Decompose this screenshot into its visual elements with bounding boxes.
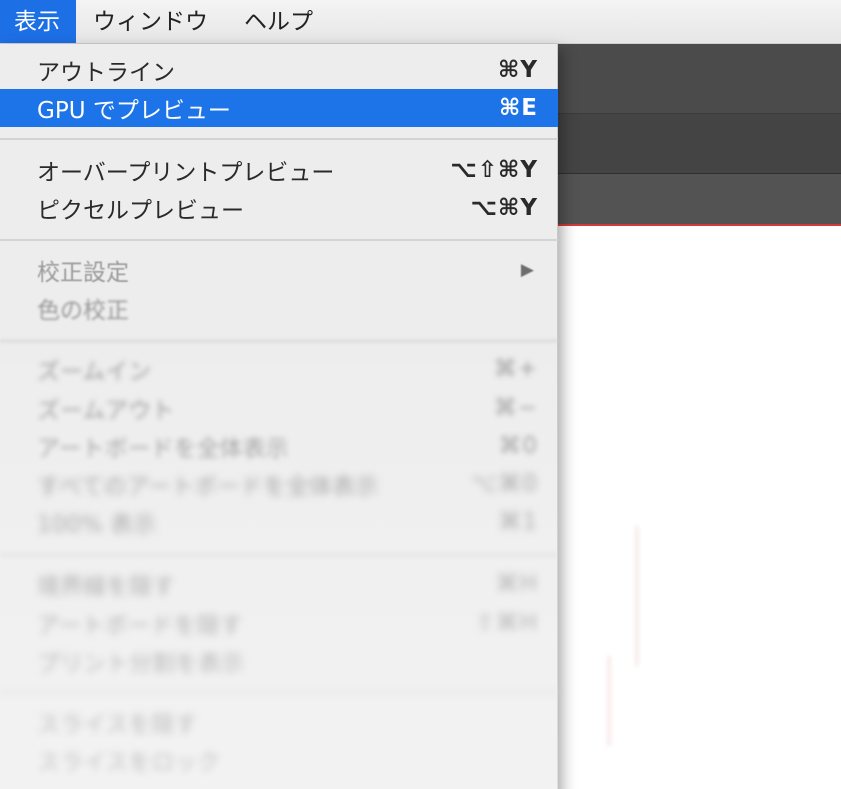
menu-separator: [0, 340, 558, 342]
menu-separator: [0, 239, 558, 241]
menu-item-hide-slices[interactable]: スライスを隠す: [0, 703, 558, 741]
canvas-artwork-fragment: [636, 526, 638, 666]
menu-item-fit-artboard[interactable]: アートボードを全体表示 ⌘0: [0, 427, 558, 465]
menu-item-label: ズームアウト: [37, 398, 175, 424]
menu-item-label: 境界線を隠す: [37, 574, 175, 600]
app-background: [558, 44, 841, 789]
menu-item-shortcut: ⌘0: [498, 433, 538, 459]
menu-item-gpu-preview[interactable]: GPU でプレビュー ⌘E: [0, 89, 558, 127]
menu-item-label: ズームイン: [37, 359, 152, 385]
submenu-arrow-icon: ▶: [520, 260, 534, 280]
menu-item-fit-all[interactable]: すべてのアートボードを全体表示 ⌥⌘0: [0, 465, 558, 503]
menubar-view[interactable]: 表示: [0, 0, 76, 43]
menu-item-shortcut: ⌘E: [498, 95, 538, 121]
menu-item-zoom-in[interactable]: ズームイン ⌘+: [0, 350, 558, 388]
canvas-artwork-fragment: [608, 656, 610, 746]
menu-item-hide-edges[interactable]: 境界線を隠す ⌘H: [0, 565, 558, 603]
menu-item-lock-slices[interactable]: スライスをロック: [0, 741, 558, 779]
menu-item-overprint-preview[interactable]: オーバープリントプレビュー ⌥⇧⌘Y: [0, 151, 558, 189]
menubar-window[interactable]: ウィンドウ: [76, 0, 227, 43]
menu-item-show-print-tiling[interactable]: プリント分割を表示: [0, 642, 558, 680]
menu-item-shortcut: ⌥⌘Y: [470, 195, 538, 221]
menu-item-label: 色の校正: [37, 298, 129, 324]
menu-item-shortcut: ⇧⌘H: [475, 610, 538, 636]
app-canvas[interactable]: [558, 226, 841, 789]
menu-item-shortcut: ⌘1: [498, 509, 538, 535]
menu-item-label: 100% 表示: [37, 512, 157, 538]
menu-item-actual-size[interactable]: 100% 表示 ⌘1: [0, 503, 558, 541]
menu-item-proof-setup[interactable]: 校正設定 ▶: [0, 251, 558, 289]
menu-item-label: スライスをロック: [37, 750, 221, 776]
menu-item-label: アートボードを全体表示: [37, 436, 289, 462]
menu-item-shortcut: ⌘−: [493, 395, 538, 421]
menu-item-shortcut: ⌘Y: [498, 57, 538, 83]
menu-item-label: オーバープリントプレビュー: [37, 160, 335, 186]
menu-item-shortcut: ⌥⇧⌘Y: [450, 157, 538, 183]
app-document-tab: [558, 174, 841, 226]
menu-item-label: プリント分割を表示: [37, 651, 244, 677]
menu-item-label: ピクセルプレビュー: [37, 198, 244, 224]
menu-item-label: スライスを隠す: [37, 712, 198, 738]
menu-item-zoom-out[interactable]: ズームアウト ⌘−: [0, 389, 558, 427]
menu-item-shortcut: ⌘+: [493, 356, 538, 382]
menubar-help[interactable]: ヘルプ: [227, 0, 332, 43]
screen: 表示 ウィンドウ ヘルプ アウトライン ⌘Y GPU でプレビュー ⌘E オーバ…: [0, 0, 841, 789]
menu-item-outline[interactable]: アウトライン ⌘Y: [0, 51, 558, 89]
menu-item-shortcut: ⌘H: [495, 571, 538, 597]
menu-item-hide-artboards[interactable]: アートボードを隠す ⇧⌘H: [0, 604, 558, 642]
menu-separator: [0, 691, 558, 693]
menu-item-label: アートボードを隠す: [37, 613, 243, 639]
menu-item-label: アウトライン: [37, 60, 175, 86]
menu-bar: 表示 ウィンドウ ヘルプ: [0, 0, 841, 44]
app-document-tabs: [558, 114, 841, 174]
menu-separator: [0, 138, 558, 140]
menu-separator: [0, 554, 558, 556]
menu-item-pixel-preview[interactable]: ピクセルプレビュー ⌥⌘Y: [0, 189, 558, 227]
app-control-bar: [558, 44, 841, 114]
menu-item-label: GPU でプレビュー: [37, 98, 231, 124]
menu-item-shortcut: ⌥⌘0: [470, 471, 538, 497]
menu-item-label: 校正設定: [37, 260, 129, 286]
menu-item-proof-colors[interactable]: 色の校正: [0, 289, 558, 327]
view-menu-dropdown: アウトライン ⌘Y GPU でプレビュー ⌘E オーバープリントプレビュー ⌥⇧…: [0, 44, 558, 789]
menu-item-label: すべてのアートボードを全体表示: [37, 474, 379, 500]
